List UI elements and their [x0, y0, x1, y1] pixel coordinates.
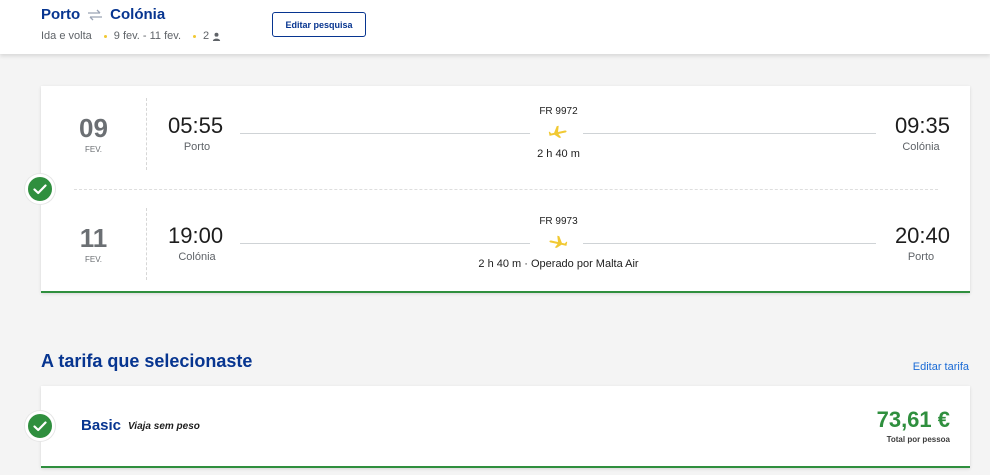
arrival-city: Colónia	[902, 141, 940, 153]
edit-fare-link[interactable]: Editar tarifa	[913, 361, 969, 373]
flight-day: 11	[79, 223, 108, 253]
flight-month: FEV.	[84, 255, 103, 264]
check-icon	[25, 174, 55, 204]
flight-date: 09 FEV.	[41, 98, 147, 170]
destination-city: Colónia	[110, 6, 166, 23]
fare-description: Viaja sem peso	[128, 421, 200, 432]
arrival-time: 20:40	[894, 223, 950, 248]
passenger-count: 2	[203, 30, 221, 42]
flights-card: 09 FEV. 05:55 Porto FR 9972 2 h 40 m 09:…	[41, 86, 970, 293]
flight-duration: 2 h 40 m	[537, 148, 580, 160]
route-line	[240, 243, 530, 244]
separator-dot	[103, 34, 107, 38]
person-icon	[213, 32, 221, 41]
edit-search-button[interactable]: Editar pesquisa	[272, 12, 366, 37]
trip-dates: 9 fev. - 11 fev.	[113, 30, 182, 42]
route-title: Porto Colónia	[41, 6, 165, 23]
departure-time: 05:55	[168, 113, 224, 138]
flight-number: FR 9973	[539, 216, 578, 227]
flight-day: 09	[79, 113, 108, 143]
search-summary-header: Porto Colónia Ida e volta 9 fev. - 11 fe…	[0, 0, 990, 54]
check-icon	[25, 411, 55, 441]
search-meta: Ida e volta 9 fev. - 11 fev. 2	[41, 30, 221, 42]
flight-number: FR 9972	[539, 106, 578, 117]
leg-divider	[74, 189, 938, 190]
return-flight[interactable]: 11 FEV. 19:00 Colónia FR 9973 2 h 40 m ·…	[41, 208, 970, 288]
round-trip-arrows-icon	[86, 8, 104, 22]
passenger-count-value: 2	[203, 30, 210, 42]
departure-city: Porto	[183, 141, 211, 153]
route-line	[583, 133, 876, 134]
outbound-flight[interactable]: 09 FEV. 05:55 Porto FR 9972 2 h 40 m 09:…	[41, 98, 970, 178]
route-line	[240, 133, 530, 134]
selected-fare-card: Basic Viaja sem peso 73,61 € Total por p…	[41, 386, 970, 468]
origin-city: Porto	[41, 6, 81, 23]
departure-time: 19:00	[168, 223, 224, 248]
airplane-icon	[548, 125, 567, 138]
flight-month: FEV.	[84, 145, 103, 154]
fare-section-title: A tarifa que selecionaste	[41, 351, 253, 371]
fare-name: Basic	[81, 417, 122, 434]
fare-price-note: Total por pessoa	[886, 435, 950, 444]
arrival-city: Porto	[907, 251, 935, 263]
airplane-icon	[549, 235, 568, 248]
flight-duration: 2 h 40 m · Operado por Malta Air	[478, 258, 639, 270]
route-line	[583, 243, 876, 244]
flight-date: 11 FEV.	[41, 208, 147, 280]
separator-dot	[193, 34, 197, 38]
trip-type: Ida e volta	[41, 30, 92, 42]
departure-city: Colónia	[178, 251, 216, 263]
fare-price: 73,61 €	[876, 407, 950, 432]
arrival-time: 09:35	[894, 113, 950, 138]
